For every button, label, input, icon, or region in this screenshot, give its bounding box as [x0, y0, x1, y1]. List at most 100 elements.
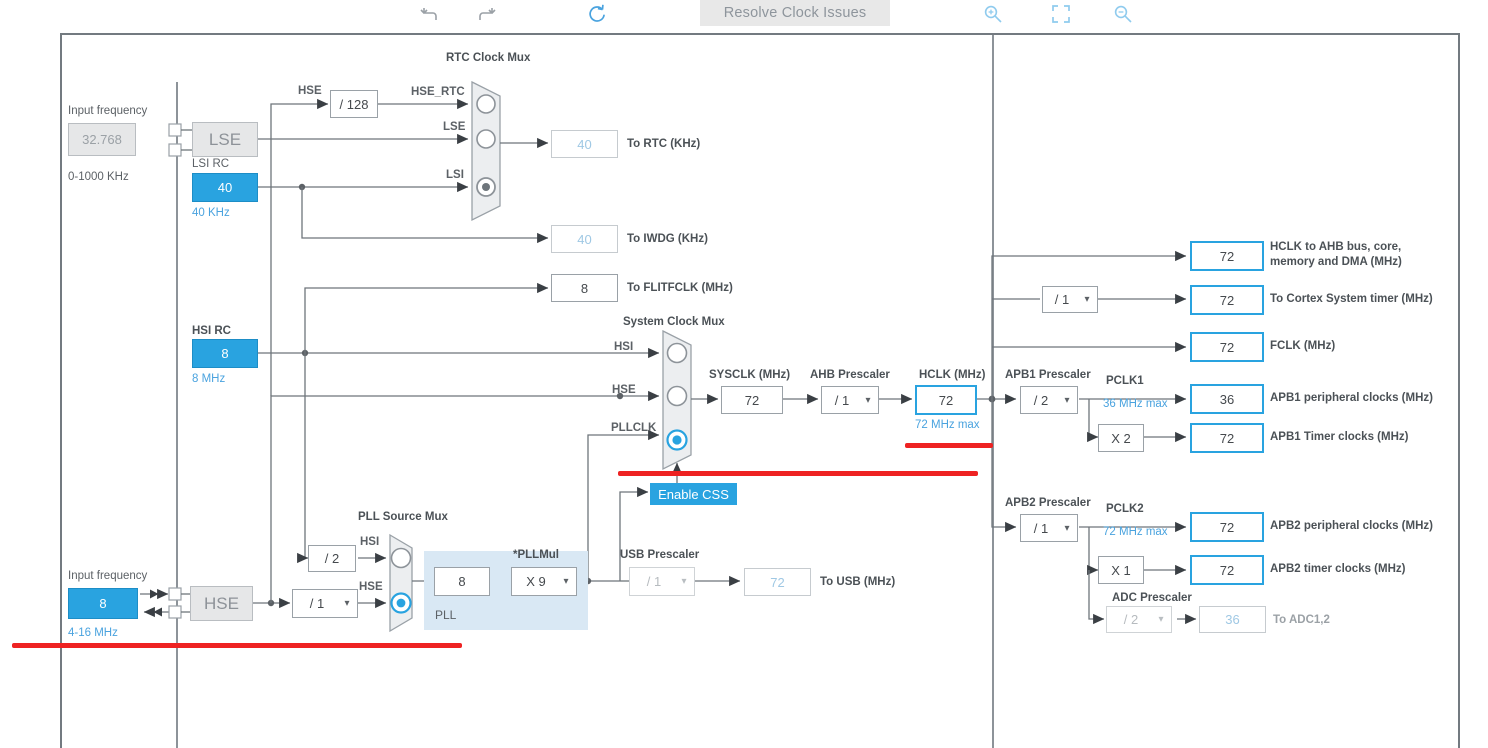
- hclk-ahb-bus-value[interactable]: 72: [1190, 241, 1264, 271]
- system-clock-mux-input-pllclk[interactable]: PLLCLK: [611, 422, 656, 436]
- apb1-peripheral-value[interactable]: 36: [1190, 384, 1264, 414]
- rtc-mux-input-lsi[interactable]: LSI: [446, 169, 464, 183]
- pll-source-mux-input-hsi[interactable]: HSI: [360, 536, 379, 550]
- pll-source-mux-input-hse[interactable]: HSE: [359, 581, 383, 595]
- to-rtc-label: To RTC (KHz): [627, 138, 701, 150]
- redo-arrow-icon[interactable]: [470, 0, 504, 28]
- chevron-down-icon: ▾: [563, 576, 569, 587]
- chevron-down-icon: ▾: [1064, 522, 1070, 534]
- lse-oscillator[interactable]: LSE: [192, 122, 258, 157]
- rtc-mux-input-lse[interactable]: LSE: [443, 121, 465, 135]
- system-clock-mux-input-hsi[interactable]: HSI: [614, 341, 633, 355]
- ahb-prescaler-select[interactable]: / 1 ▾: [821, 386, 879, 414]
- undo-arrow-icon[interactable]: [412, 0, 446, 28]
- to-iwdg-label: To IWDG (KHz): [627, 233, 708, 245]
- adc-prescaler-select[interactable]: / 2 ▾: [1106, 606, 1172, 633]
- rtc-clock-mux-title: RTC Clock Mux: [446, 52, 531, 64]
- apb2-prescaler-select[interactable]: / 1 ▾: [1020, 514, 1078, 542]
- apb2-timer-value[interactable]: 72: [1190, 555, 1264, 585]
- cortex-prescaler-value: / 1: [1054, 292, 1070, 307]
- hse-input-frequency-field[interactable]: 8: [68, 588, 138, 619]
- cortex-system-timer-label: To Cortex System timer (MHz): [1270, 293, 1433, 305]
- hsi-rc-unit: 8 MHz: [192, 373, 226, 385]
- chevron-down-icon: ▾: [1158, 614, 1164, 625]
- to-adc-label: To ADC1,2: [1273, 614, 1330, 626]
- hclk-title: HCLK (MHz): [919, 369, 986, 381]
- system-clock-mux-title: System Clock Mux: [623, 316, 725, 328]
- lse-input-frequency-field[interactable]: 32.768: [68, 123, 136, 156]
- ahb-prescaler-title: AHB Prescaler: [810, 369, 890, 381]
- apb1-peripheral-label: APB1 peripheral clocks (MHz): [1270, 392, 1433, 404]
- hclk-ahb-bus-label-line2: memory and DMA (MHz): [1270, 256, 1402, 268]
- fclk-value[interactable]: 72: [1190, 332, 1264, 362]
- zoom-in-icon[interactable]: [976, 0, 1010, 28]
- lsi-rc-value[interactable]: 40: [192, 173, 258, 202]
- lse-input-frequency-label: Input frequency: [68, 105, 148, 117]
- apb2-prescaler-title: APB2 Prescaler: [1005, 497, 1091, 509]
- hclk-ahb-bus-label: HCLK to AHB bus, core,: [1270, 241, 1402, 253]
- to-rtc-value: 40: [551, 130, 618, 158]
- chevron-down-icon: ▾: [1084, 294, 1090, 305]
- adc-prescaler-value: / 2: [1123, 612, 1139, 627]
- hse-signal-label: HSE: [298, 85, 322, 97]
- cortex-prescaler-select[interactable]: / 1 ▾: [1042, 286, 1098, 313]
- hsi-rc-value[interactable]: 8: [192, 339, 258, 368]
- pclk2-label: PCLK2: [1106, 503, 1144, 515]
- to-adc-value: 36: [1199, 606, 1266, 633]
- ahb-prescaler-value: / 1: [834, 392, 850, 408]
- apb2-timer-label: APB2 timer clocks (MHz): [1270, 563, 1406, 575]
- chevron-down-icon: ▾: [681, 576, 687, 587]
- apb2-prescaler-value: / 1: [1033, 520, 1049, 536]
- fit-to-screen-icon[interactable]: [1044, 0, 1078, 28]
- apb1-prescaler-select[interactable]: / 2 ▾: [1020, 386, 1078, 414]
- pllmul-label: *PLLMul: [513, 549, 559, 561]
- error-highlight-sysclk: [618, 471, 978, 476]
- adc-prescaler-title: ADC Prescaler: [1112, 592, 1192, 604]
- lse-range-label: 0-1000 KHz: [68, 171, 129, 183]
- usb-prescaler-select[interactable]: / 1 ▾: [629, 567, 695, 596]
- hse-input-frequency-label: Input frequency: [68, 570, 148, 582]
- apb2-peripheral-value[interactable]: 72: [1190, 512, 1264, 542]
- resolve-clock-issues-button[interactable]: Resolve Clock Issues: [700, 0, 890, 26]
- canvas-divider-left: [176, 82, 178, 748]
- hclk-value[interactable]: 72: [915, 385, 977, 415]
- error-highlight-hse: [12, 643, 462, 648]
- sysclk-value: 72: [721, 386, 783, 414]
- apb1-timer-multiplier: X 2: [1098, 424, 1144, 452]
- error-highlight-hclk: [905, 443, 993, 448]
- pllmul-value: X 9: [526, 574, 546, 589]
- toolbar: Resolve Clock Issues: [0, 0, 1488, 28]
- fclk-label: FCLK (MHz): [1270, 340, 1336, 352]
- hse-range-label: 4-16 MHz: [68, 627, 118, 639]
- usb-prescaler-value: / 1: [646, 574, 662, 589]
- apb2-peripheral-label: APB2 peripheral clocks (MHz): [1270, 520, 1433, 532]
- apb2-max-note: 72 MHz max: [1103, 526, 1168, 538]
- to-flitfclk-value: 8: [551, 274, 618, 302]
- to-iwdg-value: 40: [551, 225, 618, 253]
- to-flitfclk-label: To FLITFCLK (MHz): [627, 282, 733, 294]
- apb1-max-note: 36 MHz max: [1103, 398, 1168, 410]
- system-clock-mux-input-hse[interactable]: HSE: [612, 384, 636, 398]
- chevron-down-icon: ▾: [865, 394, 871, 406]
- hse-prescaler-select[interactable]: / 1 ▾: [292, 589, 358, 618]
- apb1-prescaler-value: / 2: [1033, 392, 1049, 408]
- apb1-prescaler-title: APB1 Prescaler: [1005, 369, 1091, 381]
- hse-oscillator[interactable]: HSE: [190, 586, 253, 621]
- pclk1-label: PCLK1: [1106, 375, 1144, 387]
- usb-prescaler-title: USB Prescaler: [620, 549, 700, 561]
- cortex-system-timer-value[interactable]: 72: [1190, 285, 1264, 315]
- sysclk-title: SYSCLK (MHz): [709, 369, 791, 381]
- chevron-down-icon: ▾: [344, 598, 350, 609]
- chevron-down-icon: ▾: [1064, 394, 1070, 406]
- to-usb-label: To USB (MHz): [820, 576, 896, 588]
- hse-prescaler-value: / 1: [309, 596, 325, 611]
- pll-panel-label: PLL: [435, 608, 457, 622]
- zoom-out-icon[interactable]: [1106, 0, 1140, 28]
- canvas-divider-right: [992, 35, 994, 748]
- pllmul-select[interactable]: X 9 ▾: [511, 567, 577, 596]
- hclk-max-note: 72 MHz max: [915, 419, 980, 431]
- apb2-timer-multiplier: X 1: [1098, 556, 1144, 584]
- refresh-icon[interactable]: [580, 0, 614, 28]
- enable-css-button[interactable]: Enable CSS: [650, 483, 737, 505]
- apb1-timer-value[interactable]: 72: [1190, 423, 1264, 453]
